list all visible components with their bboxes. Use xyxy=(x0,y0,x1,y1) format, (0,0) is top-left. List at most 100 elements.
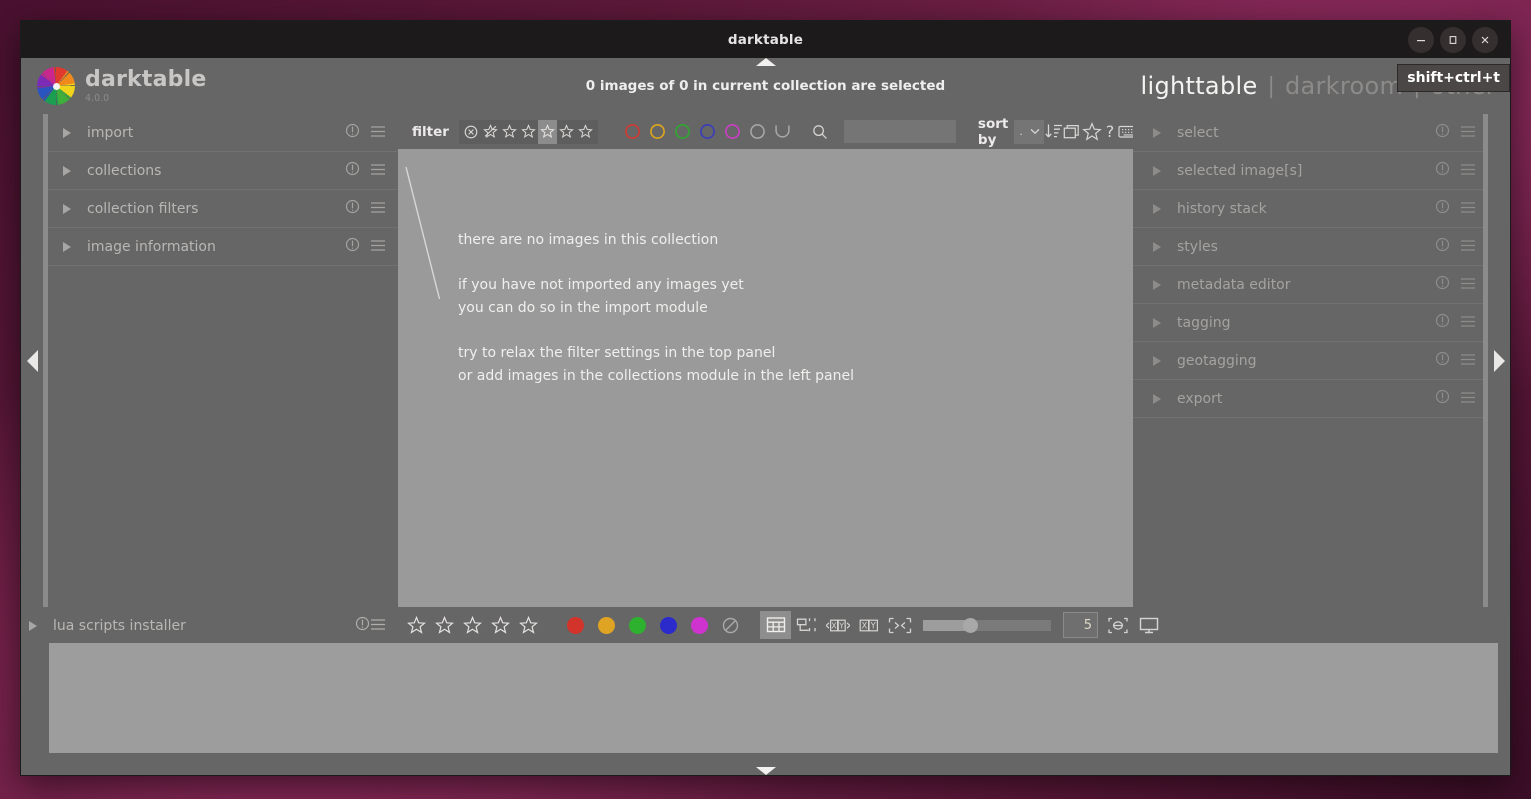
rating-star-4[interactable] xyxy=(557,120,576,144)
presets-menu-icon[interactable] xyxy=(1460,161,1476,180)
display-profile-icon[interactable] xyxy=(1133,611,1164,639)
presets-menu-icon[interactable] xyxy=(370,199,386,218)
set-rating-star-2[interactable] xyxy=(430,611,458,639)
search-input[interactable] xyxy=(844,120,956,143)
close-button[interactable] xyxy=(1472,27,1498,53)
expand-triangle-icon xyxy=(29,621,37,631)
color-filter-yellow[interactable] xyxy=(645,120,670,144)
reset-icon[interactable] xyxy=(1435,389,1450,408)
rating-star-3[interactable] xyxy=(538,120,557,144)
reset-icon[interactable] xyxy=(355,616,370,635)
zoom-level-value[interactable]: 5 xyxy=(1063,612,1098,638)
set-rating-star-4[interactable] xyxy=(486,611,514,639)
center-column: filter xyxy=(398,114,1133,607)
right-panel-toggle[interactable] xyxy=(1488,114,1510,607)
set-color-label-blue[interactable] xyxy=(653,611,684,639)
rating-star-2[interactable] xyxy=(519,120,538,144)
culling-fixed-icon[interactable]: XY xyxy=(822,611,853,639)
left-panel-toggle[interactable] xyxy=(21,114,43,607)
culling-dynamic-icon[interactable]: XY xyxy=(853,611,884,639)
sidebar-item-label: tagging xyxy=(1177,315,1425,331)
presets-menu-icon[interactable] xyxy=(370,237,386,256)
sidebar-item-selected-images[interactable]: selected image[s] xyxy=(1133,152,1488,190)
presets-menu-icon[interactable] xyxy=(1460,237,1476,256)
minimize-button[interactable] xyxy=(1408,27,1434,53)
overlays-star-icon[interactable] xyxy=(1082,117,1102,147)
presets-menu-icon[interactable] xyxy=(370,616,386,635)
rating-star-5[interactable] xyxy=(576,120,595,144)
reset-icon[interactable] xyxy=(345,161,360,180)
left-sidebar-scrollbar[interactable] xyxy=(43,114,48,607)
sidebar-item-image-information[interactable]: image information xyxy=(43,228,398,266)
sidebar-item-history-stack[interactable]: history stack xyxy=(1133,190,1488,228)
color-filter-gray[interactable] xyxy=(745,120,770,144)
reset-icon[interactable] xyxy=(1435,161,1450,180)
presets-menu-icon[interactable] xyxy=(370,123,386,142)
color-filter-purple[interactable] xyxy=(720,120,745,144)
set-rating-star-3[interactable] xyxy=(458,611,486,639)
view-lighttable[interactable]: lighttable xyxy=(1141,72,1258,100)
sidebar-item-label: lua scripts installer xyxy=(53,618,355,634)
thumbnail-size-slider[interactable] xyxy=(923,620,1051,631)
color-filter-clear-icon[interactable] xyxy=(770,120,795,144)
sidebar-item-styles[interactable]: styles xyxy=(1133,228,1488,266)
sidebar-item-collection-filters[interactable]: collection filters xyxy=(43,190,398,228)
reset-icon[interactable] xyxy=(1435,275,1450,294)
help-question-icon[interactable]: ? xyxy=(1102,117,1118,147)
reset-icon[interactable] xyxy=(1435,237,1450,256)
lighttable-canvas[interactable]: there are no images in this collection i… xyxy=(398,149,1133,607)
sidebar-item-collections[interactable]: collections xyxy=(43,152,398,190)
set-rating-star-1[interactable] xyxy=(402,611,430,639)
shortcut-tooltip: shift+ctrl+t xyxy=(1397,64,1510,92)
top-panel-collapse-arrow[interactable] xyxy=(756,58,776,66)
sort-by-dropdown[interactable]: . xyxy=(1014,120,1044,144)
presets-menu-icon[interactable] xyxy=(1460,389,1476,408)
set-color-label-magenta[interactable] xyxy=(684,611,715,639)
set-color-label-yellow[interactable] xyxy=(591,611,622,639)
sidebar-item-metadata-editor[interactable]: metadata editor xyxy=(1133,266,1488,304)
chevron-left-icon xyxy=(27,350,38,372)
presets-menu-icon[interactable] xyxy=(370,161,386,180)
set-rating-star-5[interactable] xyxy=(514,611,542,639)
sidebar-item-geotagging[interactable]: geotagging xyxy=(1133,342,1488,380)
reset-icon[interactable] xyxy=(1435,313,1450,332)
reset-icon[interactable] xyxy=(345,123,360,142)
presets-menu-icon[interactable] xyxy=(1460,351,1476,370)
focus-peaking-icon[interactable] xyxy=(1102,611,1133,639)
filemanager-grid-icon[interactable] xyxy=(760,611,791,639)
presets-menu-icon[interactable] xyxy=(1460,123,1476,142)
rating-star-1[interactable] xyxy=(500,120,519,144)
sidebar-item-lua-scripts-installer[interactable]: lua scripts installer xyxy=(21,606,398,644)
reset-icon[interactable] xyxy=(1435,123,1450,142)
full-preview-icon[interactable] xyxy=(884,611,915,639)
zoomable-lighttable-icon[interactable] xyxy=(791,611,822,639)
reset-icon[interactable] xyxy=(345,199,360,218)
reset-icon[interactable] xyxy=(1435,351,1450,370)
set-color-label-green[interactable] xyxy=(622,611,653,639)
slider-knob[interactable] xyxy=(963,618,978,633)
sidebar-item-import[interactable]: import xyxy=(43,114,398,152)
presets-menu-icon[interactable] xyxy=(1460,313,1476,332)
text-search[interactable] xyxy=(805,117,956,147)
presets-menu-icon[interactable] xyxy=(1460,275,1476,294)
reset-icon[interactable] xyxy=(345,237,360,256)
star-struck-icon[interactable] xyxy=(481,120,500,144)
filmstrip-area[interactable] xyxy=(49,643,1498,753)
sort-descending-icon[interactable] xyxy=(1044,117,1063,147)
sidebar-item-select[interactable]: select xyxy=(1133,114,1488,152)
reset-icon[interactable] xyxy=(1435,199,1450,218)
bottom-panel-collapse-arrow[interactable] xyxy=(21,753,1510,775)
maximize-button[interactable] xyxy=(1440,27,1466,53)
set-color-label-red[interactable] xyxy=(560,611,591,639)
color-filter-red[interactable] xyxy=(620,120,645,144)
search-icon xyxy=(805,117,836,147)
reject-circle-x-icon[interactable] xyxy=(462,120,481,144)
sidebar-item-tagging[interactable]: tagging xyxy=(1133,304,1488,342)
color-filter-blue[interactable] xyxy=(695,120,720,144)
sidebar-item-export[interactable]: export xyxy=(1133,380,1488,418)
presets-menu-icon[interactable] xyxy=(1460,199,1476,218)
view-darkroom[interactable]: darkroom xyxy=(1285,72,1403,100)
color-filter-green[interactable] xyxy=(670,120,695,144)
clear-color-label-icon[interactable] xyxy=(715,611,746,639)
grouping-icon[interactable] xyxy=(1063,117,1082,147)
